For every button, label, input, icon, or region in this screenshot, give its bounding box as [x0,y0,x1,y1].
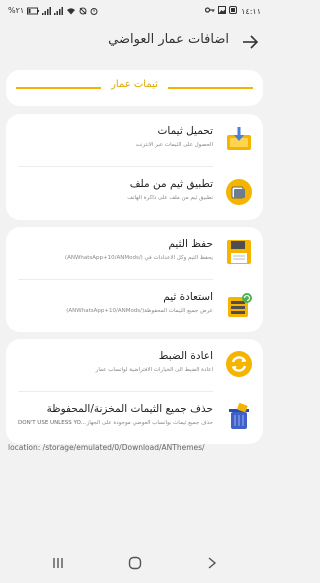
home-icon[interactable] [127,555,143,571]
delete-themes-title: حذف جميع الثيمات المخزنة/المحفوظة [46,403,213,415]
card-save-restore: حفظ الثيم يحفظ الثيم وكل الاعدادات في (/… [6,227,263,332]
alarm-icon [90,8,98,15]
reset-title: اعادة الضبط [158,350,213,362]
themes-banner: ثيمات عمار [6,70,263,106]
restore-theme-icon [228,293,252,317]
delete-themes-warning: DON'T USE UNLESS YO... [18,420,86,426]
key-icon [205,7,215,13]
row-reset[interactable]: اعادة الضبط اعادة الضبط الى الخيارات الا… [6,339,263,391]
wifi-icon [67,8,76,15]
apply-file-theme-title: تطبيق ثيم من ملف [129,178,213,190]
save-theme-icon [227,240,251,264]
row-delete-themes[interactable]: حذف جميع الثيمات المخزنة/المحفوظة حذف جم… [6,392,263,444]
back-arrow-icon[interactable] [239,31,261,53]
row-apply-file-theme[interactable]: تطبيق ثيم من ملف تطبيق ثيم من ملف على ذا… [6,167,263,219]
page-title: اضافات عمار العواضي [108,32,229,47]
recents-icon[interactable] [50,555,66,571]
card-download-apply: تحميل ثيمات الحصول على الثيمات عبر الانت… [6,114,263,220]
restore-theme-subtitle: عرض جميع الثيمات المحفوظة(/ANWhatsApp+10… [66,308,213,314]
save-theme-title: حفظ الثيم [168,238,213,250]
system-nav-bar [0,543,269,583]
row-download-themes[interactable]: تحميل ثيمات الحصول على الثيمات عبر الانت… [6,114,263,166]
delete-themes-subtitle: حذف جميع ثيمات بواتساب العوضي موجودة على… [86,420,213,426]
mute-icon [79,7,87,15]
card-reset-delete: اعادة الضبط اعادة الضبط الى الخيارات الا… [6,339,263,444]
apply-file-theme-icon [226,179,252,205]
image-icon [218,6,226,14]
row-save-theme[interactable]: حفظ الثيم يحفظ الثيم وكل الاعدادات في (/… [6,227,263,279]
notification-icon [229,6,237,14]
status-bar: %٢١ ١٤:١١ [0,0,269,24]
signal-icon [42,7,52,15]
row-restore-theme[interactable]: استعادة ثيم عرض جميع الثيمات المحفوظة(/A… [6,280,263,332]
banner-line-right [168,87,253,89]
download-themes-subtitle: الحصول على الثيمات عبر الانترنت [135,142,213,148]
status-left: %٢١ [8,6,98,16]
battery-text: %٢١ [8,6,25,15]
download-themes-title: تحميل ثيمات [157,125,213,137]
download-themes-icon [227,127,251,150]
apply-file-theme-subtitle: تطبيق ثيم من ملف على ذاكرة الهاتف [127,195,213,201]
location-path: location: /storage/emulated/0/Download/A… [8,443,205,452]
nav-back-icon[interactable] [204,555,220,571]
status-time: ١٤:١١ [241,7,261,16]
status-right [205,6,237,14]
signal-icon-2 [54,7,64,15]
app-bar: اضافات عمار العواضي [0,28,269,58]
battery-icon [27,7,40,15]
reset-icon [226,351,252,377]
reset-subtitle: اعادة الضبط الى الخيارات الافتراضية لوات… [95,367,213,373]
delete-themes-icon [229,403,249,429]
restore-theme-title: استعادة ثيم [163,291,213,303]
save-theme-subtitle: يحفظ الثيم وكل الاعدادات في (/ANWhatsApp… [64,255,213,261]
